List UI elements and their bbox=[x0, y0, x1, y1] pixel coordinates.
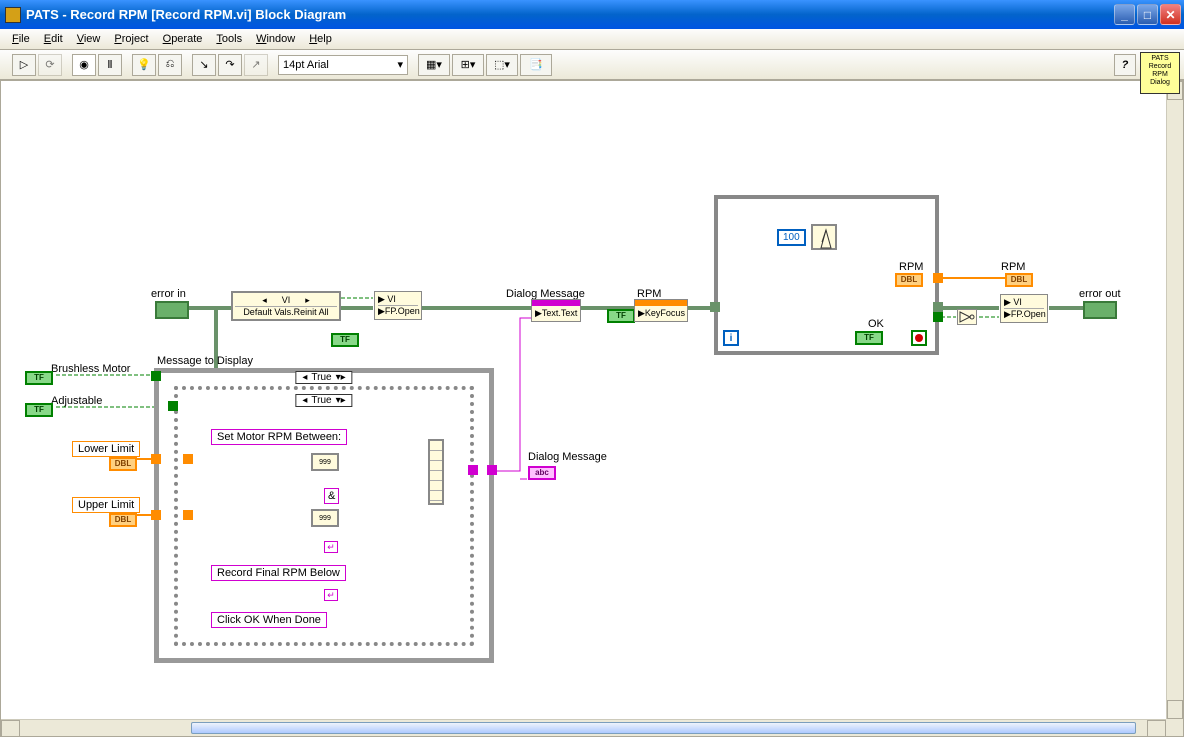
label-error-in: error in bbox=[151, 288, 186, 300]
const-set-motor[interactable]: Set Motor RPM Between: bbox=[211, 429, 347, 445]
const-true-keyfocus[interactable]: TF bbox=[607, 309, 635, 323]
num-to-str-2[interactable]: 999 bbox=[311, 509, 339, 527]
scrollbar-thumb[interactable] bbox=[191, 722, 1136, 734]
highlight-button[interactable]: 💡 bbox=[132, 54, 156, 76]
num-to-str-1[interactable]: 999 bbox=[311, 453, 339, 471]
label-adjustable: Adjustable bbox=[51, 395, 102, 407]
app-icon bbox=[5, 7, 21, 23]
terminal-lower-limit[interactable]: DBL bbox=[109, 457, 137, 471]
node-vi-ref[interactable]: ◂ VI ▸ Default Vals.Reinit All bbox=[231, 291, 341, 321]
menu-operate[interactable]: Operate bbox=[156, 31, 210, 47]
menu-help[interactable]: Help bbox=[302, 31, 339, 47]
label-brushless: Brushless Motor bbox=[51, 363, 130, 375]
menu-edit[interactable]: Edit bbox=[37, 31, 70, 47]
tunnel-bool-1 bbox=[151, 371, 161, 381]
tunnel-bool-out bbox=[933, 312, 943, 322]
menu-project[interactable]: Project bbox=[107, 31, 155, 47]
terminal-ok[interactable]: TF bbox=[855, 331, 883, 345]
const-record-final[interactable]: Record Final RPM Below bbox=[211, 565, 346, 581]
maximize-button[interactable]: □ bbox=[1137, 4, 1158, 25]
canvas[interactable]: error in ◂ VI ▸ Default Vals.Reinit All … bbox=[0, 80, 1184, 737]
toolbar: ▷ ⟳ ◉ Ⅱ 💡 ⎌ ↘ ↷ ↗ 14pt Arial▾ ▦▾ ⊞▾ ⬚▾ 📑… bbox=[0, 50, 1184, 80]
const-click-ok[interactable]: Click OK When Done bbox=[211, 612, 327, 628]
wait-metronome-icon[interactable] bbox=[811, 224, 837, 250]
tunnel-str-out1 bbox=[468, 465, 478, 475]
terminal-dialog-msg[interactable]: abc bbox=[528, 466, 556, 480]
retain-button[interactable]: ⎌ bbox=[158, 54, 182, 76]
label-rpm-out: RPM bbox=[1001, 261, 1025, 273]
step-into-button[interactable]: ↘ bbox=[192, 54, 216, 76]
tunnel-loop-in bbox=[710, 302, 720, 312]
not-gate[interactable] bbox=[957, 309, 977, 325]
titlebar: PATS - Record RPM [Record RPM.vi] Block … bbox=[0, 0, 1184, 29]
menu-file[interactable]: File bbox=[5, 31, 37, 47]
font-select[interactable]: 14pt Arial▾ bbox=[278, 55, 408, 75]
terminal-upper-limit[interactable]: DBL bbox=[109, 513, 137, 527]
tunnel-rpm-out bbox=[933, 273, 943, 283]
run-cont-button[interactable]: ⟳ bbox=[38, 54, 62, 76]
minimize-button[interactable]: _ bbox=[1114, 4, 1135, 25]
node-fp-open-1[interactable]: ▶ VI ▶FP.Open bbox=[374, 291, 422, 320]
loop-stop-icon bbox=[911, 330, 927, 346]
label-ok: OK bbox=[868, 318, 884, 330]
tunnel-str-out2 bbox=[487, 465, 497, 475]
reorder-button[interactable]: 📑 bbox=[520, 54, 552, 76]
menubar: File Edit View Project Operate Tools Win… bbox=[0, 29, 1184, 50]
close-button[interactable]: ✕ bbox=[1160, 4, 1181, 25]
const-cr-1[interactable]: ↵ bbox=[324, 541, 338, 553]
help-button[interactable]: ? bbox=[1114, 54, 1136, 76]
scrollbar-horizontal[interactable] bbox=[1, 719, 1166, 736]
distribute-button[interactable]: ⊞▾ bbox=[452, 54, 484, 76]
const-cr-2[interactable]: ↵ bbox=[324, 589, 338, 601]
tunnel-dbl-2b bbox=[183, 510, 193, 520]
node-fp-open-2[interactable]: ▶ VI ▶FP.Open bbox=[1000, 294, 1048, 323]
abort-button[interactable]: ◉ bbox=[72, 54, 96, 76]
label-msg-display: Message to Display bbox=[157, 355, 253, 367]
step-out-button[interactable]: ↗ bbox=[244, 54, 268, 76]
terminal-brushless[interactable]: TF bbox=[25, 371, 53, 385]
tunnel-dbl-1b bbox=[183, 454, 193, 464]
label-upper-limit: Upper Limit bbox=[72, 497, 140, 513]
tunnel-bool-2 bbox=[168, 401, 178, 411]
tunnel-loop-out bbox=[933, 302, 943, 312]
terminal-error-out[interactable] bbox=[1083, 301, 1117, 319]
scrollbar-corner bbox=[1166, 719, 1183, 736]
menu-tools[interactable]: Tools bbox=[209, 31, 249, 47]
label-dialog-msg2: Dialog Message bbox=[528, 451, 607, 463]
tunnel-dbl-2 bbox=[151, 510, 161, 520]
const-true-fpopen[interactable]: TF bbox=[331, 333, 359, 347]
terminal-adjustable[interactable]: TF bbox=[25, 403, 53, 417]
node-text-text[interactable]: ▶Text.Text bbox=[531, 299, 581, 322]
step-over-button[interactable]: ↷ bbox=[218, 54, 242, 76]
node-keyfocus[interactable]: ▶KeyFocus bbox=[634, 299, 688, 322]
menu-window[interactable]: Window bbox=[249, 31, 302, 47]
label-lower-limit: Lower Limit bbox=[72, 441, 140, 457]
const-100[interactable]: 100 bbox=[777, 229, 806, 246]
window-title: PATS - Record RPM [Record RPM.vi] Block … bbox=[26, 7, 1114, 22]
tunnel-dbl-1 bbox=[151, 454, 161, 464]
vi-icon-block[interactable]: PATS Record RPM Dialog bbox=[1140, 52, 1180, 94]
menu-view[interactable]: View bbox=[70, 31, 108, 47]
terminal-rpm-loop[interactable]: DBL bbox=[895, 273, 923, 287]
terminal-error-in[interactable] bbox=[155, 301, 189, 319]
case-inner-selector[interactable]: ◂ True ▾▸ bbox=[295, 394, 352, 407]
concat-strings[interactable] bbox=[428, 439, 444, 505]
run-button[interactable]: ▷ bbox=[12, 54, 36, 76]
label-rpm-loop: RPM bbox=[899, 261, 923, 273]
align-button[interactable]: ▦▾ bbox=[418, 54, 450, 76]
scrollbar-vertical[interactable] bbox=[1166, 81, 1183, 719]
case-outer-selector[interactable]: ◂ True ▾▸ bbox=[295, 371, 352, 384]
terminal-rpm-out[interactable]: DBL bbox=[1005, 273, 1033, 287]
label-error-out: error out bbox=[1079, 288, 1121, 300]
pause-button[interactable]: Ⅱ bbox=[98, 54, 122, 76]
loop-iteration-icon: i bbox=[723, 330, 739, 346]
resize-button[interactable]: ⬚▾ bbox=[486, 54, 518, 76]
const-amp[interactable]: & bbox=[324, 488, 339, 504]
